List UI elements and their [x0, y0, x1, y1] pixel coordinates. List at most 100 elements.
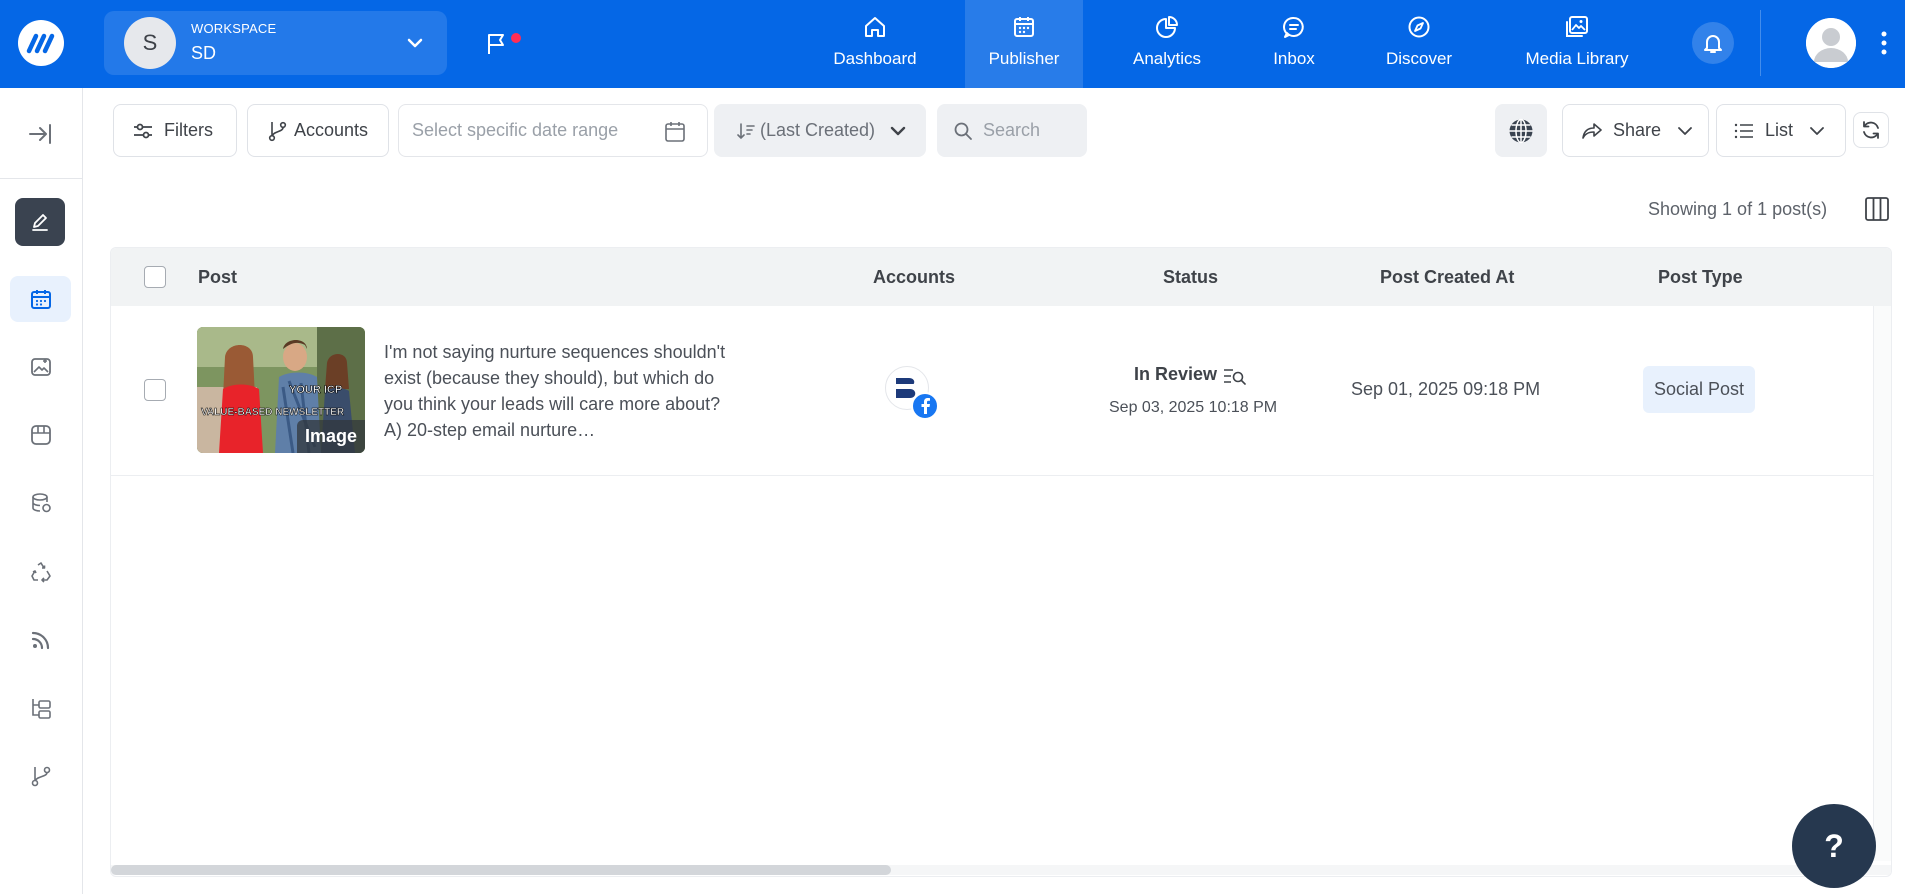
date-range-input[interactable]: Select specific date range: [398, 104, 708, 157]
compass-icon: [1408, 16, 1430, 38]
user-silhouette-icon: [1806, 18, 1856, 68]
meme-label-newsletter: VALUE-BASED NEWSLETTER: [201, 407, 345, 418]
posts-table: Post Accounts Status Post Created At Pos…: [110, 247, 1892, 877]
nav-label: Dashboard: [833, 49, 917, 68]
sidebar-item-store[interactable]: [10, 412, 71, 458]
folder-tree-icon: [31, 699, 51, 719]
facebook-icon: [911, 392, 939, 420]
sort-descending-icon: [737, 122, 755, 139]
sidebar-divider: [0, 178, 82, 179]
compose-icon: [32, 214, 48, 231]
share-icon: [1582, 122, 1602, 139]
user-avatar[interactable]: [1806, 18, 1856, 68]
view-mode-button[interactable]: List: [1716, 104, 1846, 157]
sidebar-item-calendar[interactable]: [10, 276, 71, 322]
compose-button[interactable]: [15, 198, 65, 246]
filters-button[interactable]: Filters: [113, 104, 237, 157]
git-branch-icon: [268, 121, 287, 141]
recycle-icon: [30, 562, 51, 583]
timezone-button[interactable]: [1495, 104, 1547, 157]
accounts-button[interactable]: Accounts: [247, 104, 389, 157]
workspace-avatar: S: [124, 17, 176, 69]
sidebar-item-database[interactable]: [10, 480, 71, 526]
sliders-icon: [134, 123, 152, 138]
results-count: Showing 1 of 1 post(s): [1648, 199, 1828, 219]
sort-label: (Last Created): [760, 120, 876, 140]
notification-dot: [511, 33, 521, 43]
list-icon: [1734, 123, 1753, 138]
nav-dashboard[interactable]: Dashboard: [818, 0, 932, 88]
chevron-down-icon: [890, 126, 906, 136]
nav-inbox[interactable]: Inbox: [1262, 0, 1326, 88]
nav-publisher[interactable]: Publisher: [965, 0, 1083, 88]
nav-media-library[interactable]: Media Library: [1516, 0, 1638, 88]
columns-icon[interactable]: [1864, 196, 1890, 222]
chevron-down-icon: [1810, 126, 1824, 135]
sidebar-item-workflows[interactable]: [10, 753, 71, 799]
status-label: In Review: [1134, 364, 1218, 384]
database-icon: [31, 493, 51, 513]
post-created-at: Sep 01, 2025 09:18 PM: [1351, 379, 1541, 399]
refresh-icon: [1863, 121, 1879, 139]
table-row[interactable]: YOUR ICP VALUE-BASED NEWSLETTER Image I'…: [111, 306, 1891, 476]
select-all-checkbox[interactable]: [144, 266, 166, 288]
storefront-icon: [30, 425, 51, 445]
row-checkbox[interactable]: [144, 379, 166, 401]
home-icon: [865, 17, 885, 37]
date-range-placeholder: Select specific date range: [412, 120, 619, 140]
nav-label: Media Library: [1525, 49, 1629, 68]
sidebar-item-rss[interactable]: [10, 617, 71, 663]
workspace-switcher[interactable]: S WORKSPACE SD: [104, 11, 447, 75]
share-button[interactable]: Share: [1562, 104, 1709, 157]
column-header-post[interactable]: Post: [198, 267, 237, 288]
horizontal-scrollbar-thumb[interactable]: [111, 865, 891, 875]
sidebar-item-image-editor[interactable]: [10, 344, 71, 390]
column-header-accounts[interactable]: Accounts: [873, 267, 955, 288]
notifications-button[interactable]: [1692, 22, 1734, 64]
refresh-button[interactable]: [1853, 112, 1889, 148]
chevron-down-icon: [407, 38, 423, 48]
collapse-icon[interactable]: [26, 120, 54, 148]
help-button[interactable]: ?: [1792, 804, 1876, 888]
vertical-scrollbar[interactable]: [1873, 306, 1891, 861]
images-icon: [1566, 16, 1588, 37]
app-logo[interactable]: [18, 20, 64, 66]
post-caption[interactable]: I'm not saying nurture sequences shouldn…: [384, 339, 734, 443]
top-navigation-bar: S WORKSPACE SD Dashboard Publisher Analy…: [0, 0, 1905, 88]
globe-icon: [1509, 118, 1533, 143]
chat-bubble-icon: [1283, 16, 1304, 38]
post-type-badge: Social Post: [1643, 366, 1756, 413]
media-type-tag: Image: [296, 420, 365, 453]
workspace-label: WORKSPACE: [191, 21, 277, 36]
meme-label-your-icp: YOUR ICP: [289, 384, 342, 396]
post-thumbnail[interactable]: YOUR ICP VALUE-BASED NEWSLETTER Image: [197, 327, 365, 453]
account-avatar[interactable]: [885, 366, 939, 420]
nav-label: Analytics: [1132, 49, 1202, 68]
column-header-status[interactable]: Status: [1163, 267, 1218, 288]
column-header-created-at[interactable]: Post Created At: [1380, 267, 1514, 288]
flag-icon[interactable]: [486, 32, 508, 56]
column-header-post-type[interactable]: Post Type: [1658, 267, 1743, 288]
nav-analytics[interactable]: Analytics: [1118, 0, 1216, 88]
sort-dropdown[interactable]: (Last Created): [714, 104, 926, 157]
sidebar-item-recycle[interactable]: [10, 549, 71, 595]
search-placeholder: Search: [983, 120, 1041, 140]
review-list-icon[interactable]: [1223, 367, 1247, 385]
search-icon: [954, 122, 972, 140]
view-mode-label: List: [1765, 120, 1794, 140]
status-date: Sep 03, 2025 10:18 PM: [1109, 399, 1278, 416]
sidebar-item-folders[interactable]: [10, 685, 71, 731]
bell-icon: [1704, 35, 1722, 53]
pie-chart-icon: [1156, 16, 1178, 38]
table-header: Post Accounts Status Post Created At Pos…: [111, 248, 1891, 306]
sidebar: [0, 88, 83, 894]
logo-mark-icon: [26, 33, 55, 54]
more-vertical-icon[interactable]: [1880, 30, 1888, 56]
git-branch-icon: [31, 766, 50, 787]
nav-label: Inbox: [1273, 49, 1315, 68]
divider: [1760, 10, 1761, 76]
search-input[interactable]: Search: [937, 104, 1087, 157]
accounts-label: Accounts: [294, 120, 369, 140]
nav-discover[interactable]: Discover: [1376, 0, 1462, 88]
nav-label: Discover: [1385, 49, 1453, 68]
